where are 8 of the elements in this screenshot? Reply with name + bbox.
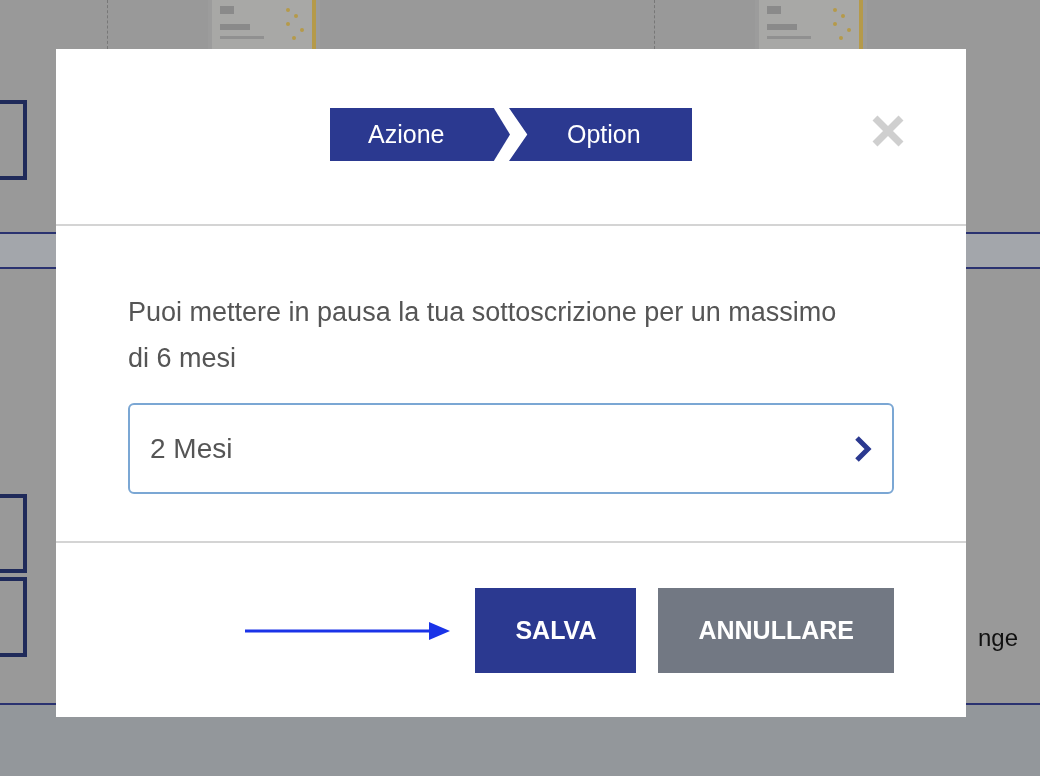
save-button[interactable]: SALVA: [475, 588, 637, 673]
select-field[interactable]: 2 Mesi: [128, 403, 894, 494]
background-text: nge: [977, 623, 1018, 653]
close-icon[interactable]: [870, 113, 906, 149]
cancel-button[interactable]: ANNULLARE: [658, 588, 894, 673]
chevron-right-icon: [854, 434, 872, 463]
message: Puoi mettere in pausa la tua sottoscrizione per un massimo di 6 mesi: [128, 296, 838, 375]
arrow-icon: [245, 619, 452, 642]
